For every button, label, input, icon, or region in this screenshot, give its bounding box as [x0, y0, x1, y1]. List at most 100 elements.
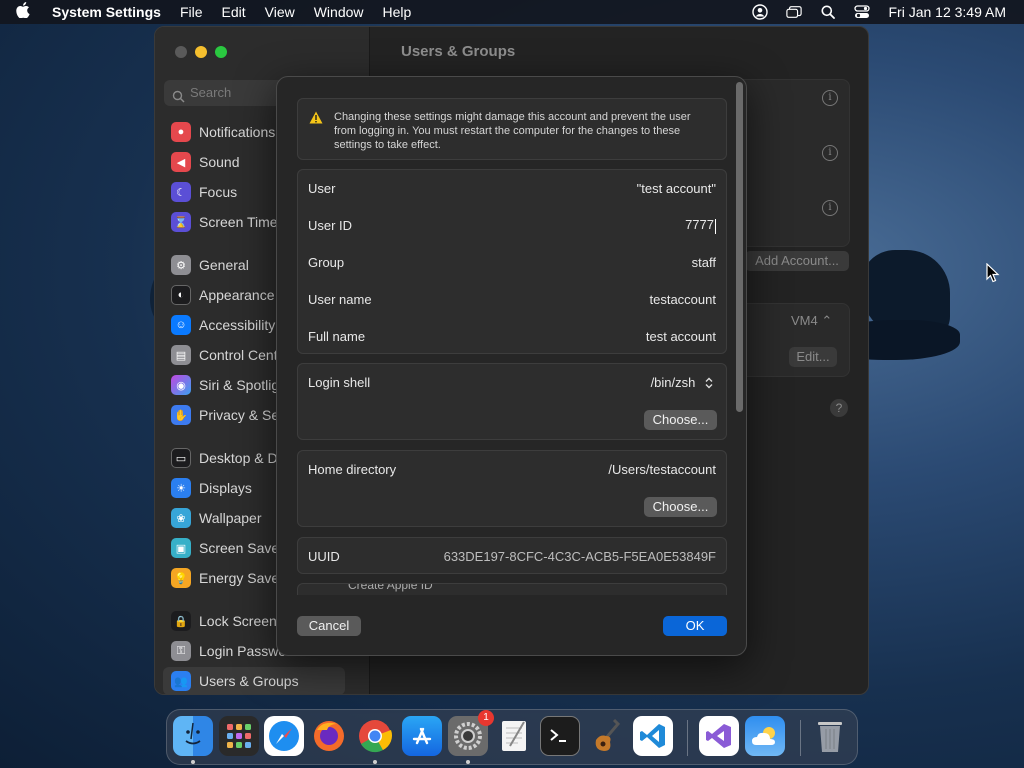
login-shell-label: Login shell	[308, 375, 371, 390]
safari-icon[interactable]	[264, 716, 304, 756]
dock-separator	[687, 720, 688, 756]
edit-button[interactable]: Edit...	[789, 347, 837, 367]
key-icon: ⚿	[171, 641, 191, 661]
uuid-row: UUID 633DE197-8CFC-4C3C-ACB5-F5EA0E53849…	[298, 538, 726, 575]
group-row: Group staff	[298, 244, 726, 281]
user-name-field[interactable]: testaccount	[650, 292, 717, 307]
cancel-button[interactable]: Cancel	[297, 616, 361, 636]
home-directory-group: Home directory /Users/testaccount Choose…	[297, 450, 727, 527]
choose-home-directory-button[interactable]: Choose...	[644, 497, 717, 517]
menu-help[interactable]: Help	[383, 4, 412, 20]
mouse-pointer-icon	[986, 262, 1000, 286]
wallpaper-icon: ❀	[171, 508, 191, 528]
dock: 1	[166, 709, 858, 765]
sun-icon: ☀	[171, 478, 191, 498]
window-controls	[175, 46, 235, 58]
chrome-icon[interactable]	[355, 716, 395, 756]
close-window-button[interactable]	[175, 46, 187, 58]
user-id-row: User ID 7777	[298, 207, 726, 244]
hand-icon: ✋	[171, 405, 191, 425]
bulb-icon: 💡	[171, 568, 191, 588]
login-shell-select[interactable]: /bin/zsh	[651, 375, 716, 391]
trash-icon[interactable]	[810, 716, 850, 756]
hourglass-icon: ⌛	[171, 212, 191, 232]
warning-message: Changing these settings might damage thi…	[297, 98, 727, 160]
zoom-window-button[interactable]	[215, 46, 227, 58]
user-row: User "test account"	[298, 170, 726, 207]
spotlight-search-icon[interactable]	[820, 4, 836, 20]
uuid-label: UUID	[308, 549, 340, 564]
full-name-row: Full name test account	[298, 318, 726, 355]
search-icon	[172, 86, 185, 112]
user-account-icon[interactable]	[752, 4, 769, 20]
app-store-icon[interactable]	[402, 716, 442, 756]
menu-clock[interactable]: Fri Jan 12 3:49 AM	[888, 4, 1006, 20]
user-name-row: User name testaccount	[298, 281, 726, 318]
user-id-field[interactable]: 7777	[685, 217, 716, 234]
vscode-icon[interactable]	[633, 716, 673, 756]
search-placeholder: Search	[190, 85, 232, 100]
up-down-chevron-icon	[704, 376, 716, 390]
menu-view[interactable]: View	[265, 4, 295, 20]
dock-icon: ▭	[171, 448, 191, 468]
accessibility-icon: ☺	[171, 315, 191, 335]
apple-menu-icon[interactable]	[16, 2, 38, 22]
menu-window[interactable]: Window	[314, 4, 364, 20]
help-button[interactable]: ?	[830, 399, 848, 417]
users-icon: 👥	[171, 671, 191, 691]
login-shell-group: Login shell /bin/zsh Choose...	[297, 363, 727, 440]
menu-app-name[interactable]: System Settings	[52, 4, 161, 20]
textedit-icon[interactable]	[494, 716, 534, 756]
warning-text: Changing these settings might damage thi…	[334, 111, 691, 151]
terminal-icon[interactable]	[540, 716, 580, 756]
user-name-label: User name	[308, 292, 372, 307]
info-icon[interactable]: i	[822, 145, 838, 161]
dialog-scrollbar[interactable]	[736, 82, 743, 412]
login-shell-row: Login shell /bin/zsh	[298, 364, 726, 401]
sidebar-item-users-groups[interactable]: 👥 Users & Groups	[163, 667, 345, 694]
user-label: User	[308, 181, 336, 196]
group-field[interactable]: staff	[692, 255, 716, 270]
home-directory-row: Home directory /Users/testaccount	[298, 451, 726, 488]
running-indicator	[191, 760, 195, 764]
appearance-icon: ◐	[171, 285, 191, 305]
gear-icon: ⚙	[171, 255, 191, 275]
info-icon[interactable]: i	[822, 200, 838, 216]
visual-studio-icon[interactable]	[699, 716, 739, 756]
home-directory-label: Home directory	[308, 462, 397, 477]
siri-icon: ◉	[171, 375, 191, 395]
firefox-icon[interactable]	[309, 716, 349, 756]
dock-separator	[800, 720, 801, 756]
info-icon[interactable]: i	[822, 90, 838, 106]
user-id-label: User ID	[308, 218, 353, 233]
control-center-icon[interactable]	[854, 4, 871, 20]
system-settings-icon[interactable]: 1	[448, 710, 494, 756]
minimize-window-button[interactable]	[195, 46, 207, 58]
menu-edit[interactable]: Edit	[222, 4, 246, 20]
uuid-group: UUID 633DE197-8CFC-4C3C-ACB5-F5EA0E53849…	[297, 537, 727, 574]
choose-login-shell-button[interactable]: Choose...	[644, 410, 717, 430]
uuid-field[interactable]: 633DE197-8CFC-4C3C-ACB5-F5EA0E53849F	[444, 549, 716, 564]
home-directory-value: /Users/testaccount	[608, 462, 716, 477]
ok-button[interactable]: OK	[663, 616, 727, 636]
bell-icon: ●	[171, 122, 191, 142]
full-name-label: Full name	[308, 329, 366, 344]
running-indicator	[373, 760, 377, 764]
page-title: Users & Groups	[401, 43, 516, 60]
lock-icon: 🔒	[171, 611, 191, 631]
group-label: Group	[308, 255, 345, 270]
instruments-icon[interactable]	[587, 716, 627, 756]
launchpad-icon[interactable]	[219, 716, 259, 756]
weather-icon[interactable]	[745, 716, 785, 756]
notification-badge: 1	[478, 710, 494, 726]
advanced-options-dialog: Changing these settings might damage thi…	[276, 76, 747, 656]
window-switcher-icon[interactable]	[786, 4, 803, 20]
vm-select[interactable]: VM4 ⌃	[791, 313, 832, 329]
finder-icon[interactable]	[173, 716, 213, 756]
full-name-field[interactable]: test account	[646, 329, 716, 344]
warning-icon	[309, 111, 323, 124]
menu-file[interactable]: File	[180, 4, 203, 20]
add-account-button[interactable]: Add Account...	[745, 251, 849, 271]
user-value: "test account"	[636, 181, 716, 196]
speaker-icon: ◀	[171, 152, 191, 172]
